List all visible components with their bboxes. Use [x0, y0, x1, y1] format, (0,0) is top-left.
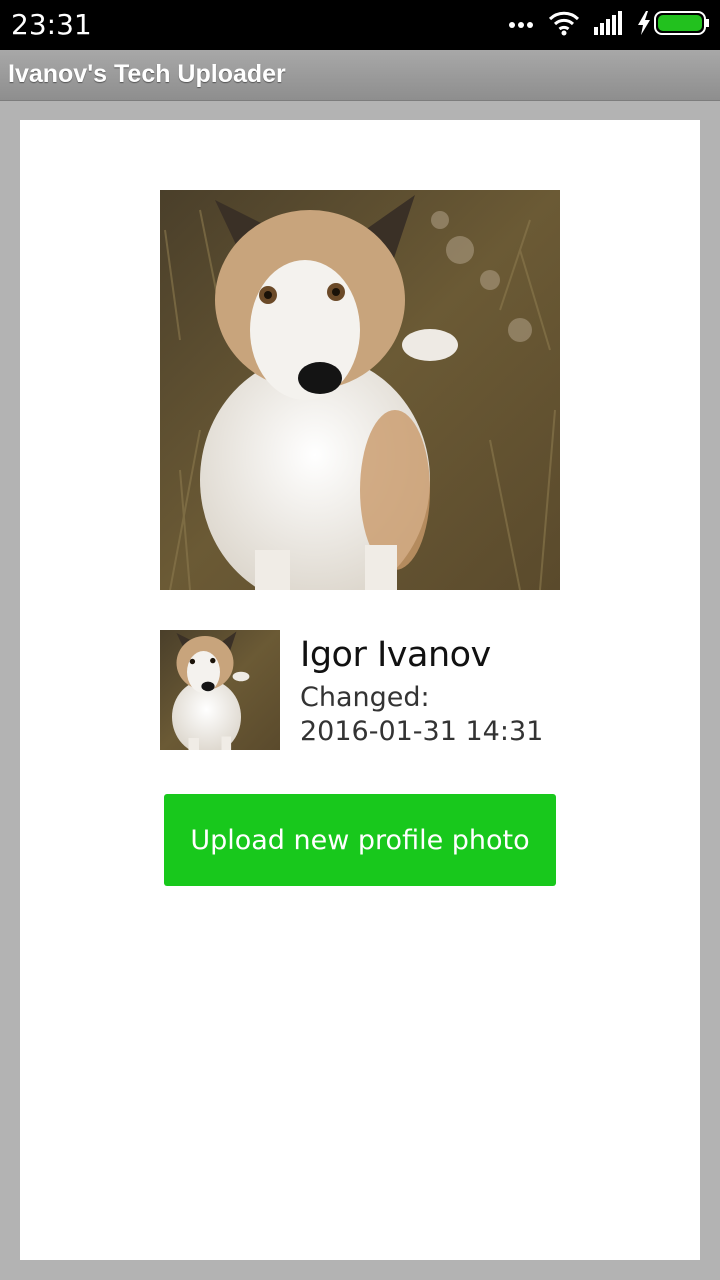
battery-icon	[654, 10, 710, 40]
app-bar: Ivanov's Tech Uploader	[0, 50, 720, 101]
changed-label: Changed:	[300, 682, 430, 713]
charging-bolt-icon	[638, 10, 650, 40]
app-title: Ivanov's Tech Uploader	[8, 60, 286, 88]
status-icons	[494, 10, 710, 40]
status-time: 23:31	[11, 8, 92, 41]
profile-name: Igor Ivanov	[300, 635, 491, 675]
changed-date: 2016-01-31 14:31	[300, 716, 544, 747]
wifi-icon	[548, 10, 580, 41]
signal-icon	[594, 10, 624, 40]
more-dots-icon	[508, 16, 534, 34]
status-bar: 23:31	[0, 0, 720, 50]
profile-photo-large	[160, 190, 560, 590]
profile-card: Igor Ivanov Changed: 2016-01-31 14:31 Up…	[20, 120, 700, 1260]
profile-photo-thumbnail	[160, 630, 280, 750]
upload-photo-button[interactable]: Upload new profile photo	[164, 794, 556, 886]
